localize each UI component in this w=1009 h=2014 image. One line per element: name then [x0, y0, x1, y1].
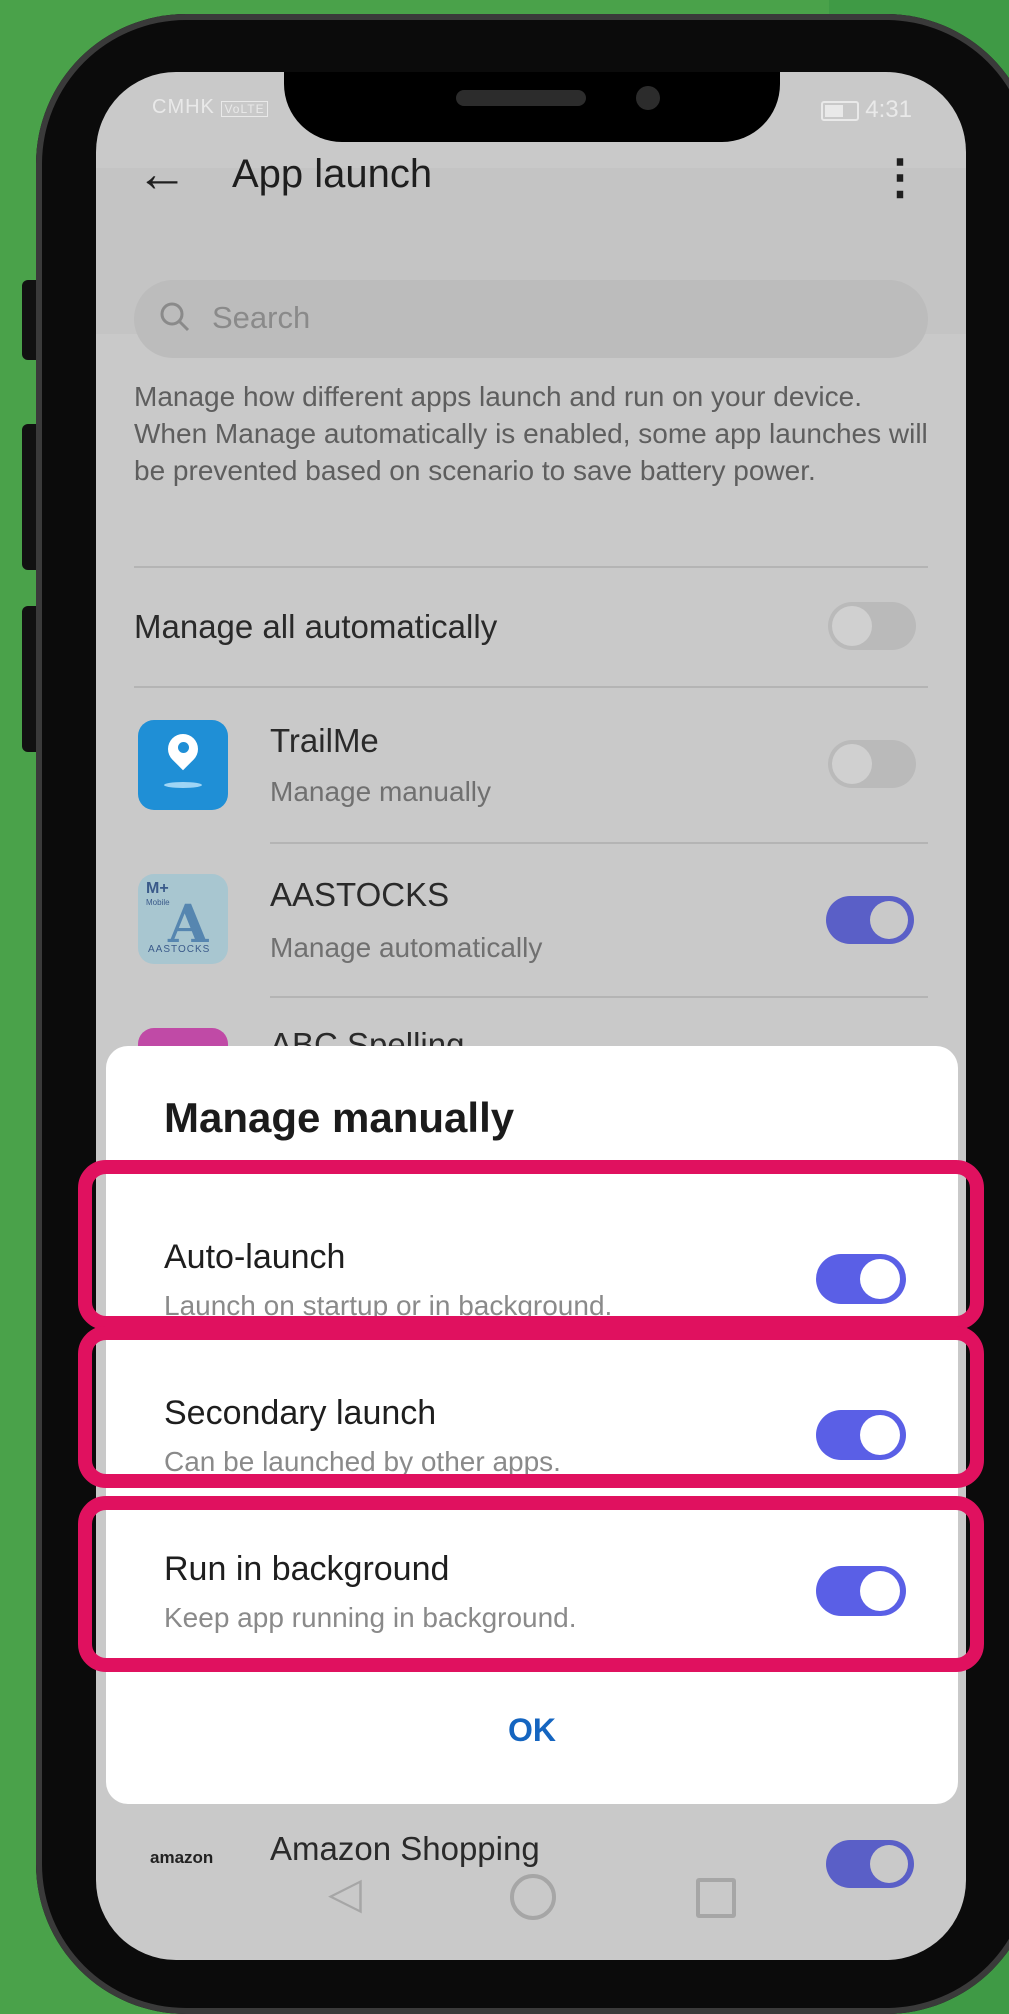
home-nav-icon[interactable]: [510, 1874, 556, 1920]
toggle-knob: [870, 901, 908, 939]
ok-button[interactable]: OK: [106, 1712, 958, 1749]
icon-text: M+: [146, 880, 169, 897]
app-name: TrailMe: [270, 722, 379, 759]
search-input[interactable]: Search: [134, 280, 928, 358]
search-icon: [158, 300, 194, 344]
highlight-box-secondary-launch: [78, 1326, 984, 1488]
search-placeholder: Search: [212, 300, 311, 335]
description-text: Manage how different apps launch and run…: [134, 381, 928, 486]
divider: [134, 566, 928, 568]
app-mode: Manage manually: [270, 776, 492, 807]
arrow-left-icon[interactable]: ←: [136, 148, 188, 200]
recents-nav-icon[interactable]: [696, 1878, 736, 1918]
manage-all-label: Manage all automatically: [134, 608, 498, 645]
icon-text-small: Mobile: [146, 898, 170, 907]
dialog-title: Manage manually: [164, 1094, 515, 1141]
front-camera: [636, 86, 660, 110]
divider: [134, 686, 928, 688]
icon-text-bottom: AASTOCKS: [148, 944, 211, 955]
highlight-box-run-in-background: [78, 1496, 984, 1672]
speaker-grille: [456, 90, 586, 106]
notch: [284, 72, 780, 142]
pin-dot: [178, 742, 189, 753]
aastocks-toggle[interactable]: [826, 896, 914, 944]
divider: [270, 842, 928, 844]
aastocks-app-icon: M+ Mobile A AASTOCKS: [138, 874, 228, 964]
trailme-app-icon: [138, 720, 228, 810]
battery-icon: [821, 100, 860, 121]
volte-badge: VoLTE: [221, 101, 268, 117]
divider: [270, 996, 928, 998]
page-title: App launch: [232, 152, 433, 196]
app-name: AASTOCKS: [270, 876, 450, 913]
highlight-box-auto-launch: [78, 1160, 984, 1330]
navigation-bar: ◁: [96, 1852, 966, 1960]
pin-base: [164, 782, 202, 788]
carrier-text: CMHK: [152, 96, 215, 118]
status-time: 4:31: [865, 96, 912, 123]
app-mode: Manage automatically: [270, 932, 543, 963]
more-vertical-icon[interactable]: ⋮: [876, 154, 924, 202]
toggle-knob: [832, 606, 872, 646]
status-right: 4:31: [821, 96, 912, 124]
manage-all-toggle[interactable]: [828, 602, 916, 650]
trailme-toggle[interactable]: [828, 740, 916, 788]
toggle-knob: [832, 744, 872, 784]
back-nav-icon[interactable]: ◁: [328, 1872, 362, 1916]
status-carrier: CMHK VoLTE: [152, 96, 268, 119]
